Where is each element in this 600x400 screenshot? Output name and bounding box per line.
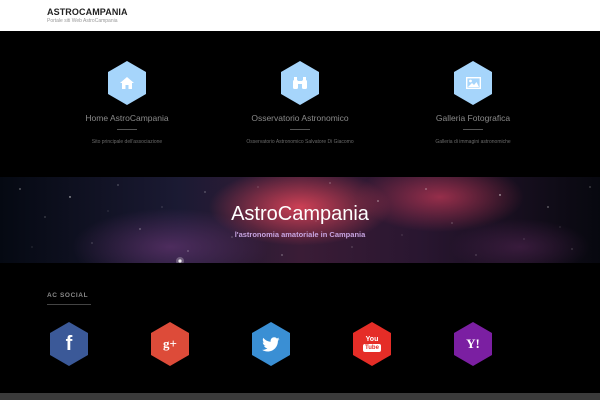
site-tagline: Portale siti Web AstroCampania <box>47 18 118 24</box>
site-header: ASTROCAMPANIA Portale siti Web AstroCamp… <box>0 0 600 31</box>
features-section: Home AstroCampania Sito principale dell'… <box>0 31 600 177</box>
footer-strip <box>0 393 600 400</box>
feature-description: Galleria di immagini astronomiche <box>435 139 511 145</box>
twitter-icon[interactable] <box>252 322 290 366</box>
divider <box>463 129 483 130</box>
feature-gallery[interactable]: Galleria Fotografica Galleria di immagin… <box>383 61 563 145</box>
social-heading: AC SOCIAL <box>47 292 89 299</box>
youtube-icon[interactable]: You Tube <box>353 322 391 366</box>
feature-home[interactable]: Home AstroCampania Sito principale dell'… <box>37 61 217 145</box>
google-plus-icon[interactable]: g+ <box>151 322 189 366</box>
home-icon[interactable] <box>108 61 146 105</box>
hero-banner: AstroCampania l'astronomia amatoriale in… <box>0 177 600 263</box>
facebook-icon[interactable]: f <box>50 322 88 366</box>
divider <box>290 129 310 130</box>
banner-title: AstroCampania <box>231 203 369 225</box>
feature-title[interactable]: Galleria Fotografica <box>383 113 563 123</box>
divider <box>47 304 91 305</box>
feature-observatory[interactable]: Osservatorio Astronomico Osservatorio As… <box>210 61 390 145</box>
social-section: AC SOCIAL f g+ You Tube Y! <box>0 263 600 393</box>
divider <box>117 129 137 130</box>
feature-description: Osservatorio Astronomico Salvatore Di Gi… <box>246 139 354 145</box>
feature-description: Sito principale dell'associazione <box>91 139 163 145</box>
feature-title[interactable]: Home AstroCampania <box>37 113 217 123</box>
twitter-bird <box>262 336 280 351</box>
banner-subtitle: l'astronomia amatoriale in Campania <box>234 230 366 239</box>
binoculars-icon[interactable] <box>281 61 319 105</box>
yahoo-icon[interactable]: Y! <box>454 322 492 366</box>
site-title[interactable]: ASTROCAMPANIA <box>47 7 128 17</box>
feature-title[interactable]: Osservatorio Astronomico <box>210 113 390 123</box>
image-icon[interactable] <box>454 61 492 105</box>
